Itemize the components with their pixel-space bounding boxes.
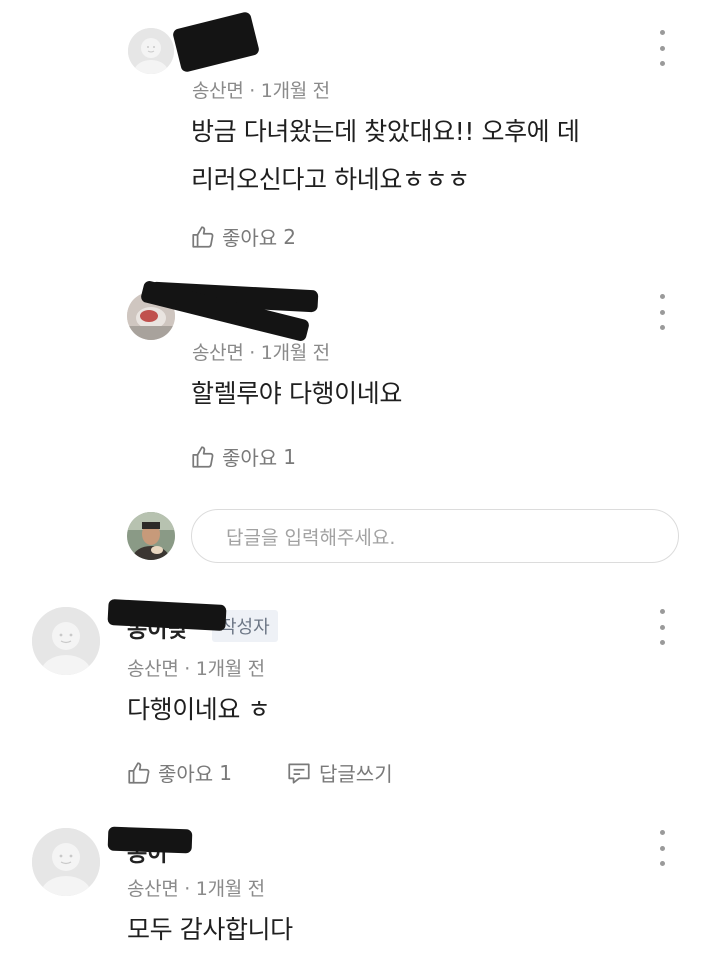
redaction-scribble: [171, 10, 261, 74]
thumbs-up-icon: [192, 445, 214, 468]
redaction-scribble: [107, 826, 193, 854]
location-text: 송산면: [127, 878, 179, 900]
comment-text-line: 방금 다녀왔는데 찾았대요!! 오후에 데: [191, 117, 580, 146]
more-options-button[interactable]: [652, 609, 672, 645]
kebab-dot: [659, 45, 665, 51]
kebab-dot: [659, 624, 665, 630]
time-text: 1개월 전: [195, 878, 265, 900]
location-text: 송산면: [127, 658, 179, 680]
kebab-dot: [659, 830, 665, 835]
like-label: 좋아요: [222, 226, 278, 250]
like-button[interactable]: 좋아요 1: [126, 758, 232, 787]
comment-meta: 송산면 · 1개월 전: [192, 338, 330, 365]
write-reply-button[interactable]: 답글쓰기: [286, 758, 393, 787]
like-label: 좋아요: [158, 762, 214, 786]
like-count: 1: [219, 760, 232, 785]
thumbs-up-icon: [192, 225, 214, 248]
current-user-avatar: [127, 512, 175, 560]
time-text: 1개월 전: [260, 80, 330, 102]
reply-label: 답글쓰기: [319, 762, 393, 786]
kebab-dot: [659, 309, 665, 315]
kebab-dot: [659, 640, 665, 645]
more-options-button[interactable]: [652, 30, 672, 66]
comment-meta: 송산면 · 1개월 전: [127, 874, 265, 901]
thumbs-up-icon: [128, 761, 150, 784]
kebab-dot: [659, 861, 665, 866]
default-avatar-icon[interactable]: [32, 607, 100, 675]
comment-text: 할렐루야 다행이네요: [191, 379, 402, 408]
like-label: 좋아요: [222, 446, 278, 470]
more-options-button[interactable]: [652, 830, 672, 866]
redaction-scribble: [107, 598, 227, 632]
default-avatar-icon[interactable]: [128, 28, 174, 74]
reply-input[interactable]: 답글을 입력해주세요.: [191, 509, 679, 563]
meta-separator: ·: [184, 878, 191, 900]
location-text: 송산면: [192, 80, 244, 102]
default-avatar-icon[interactable]: [32, 828, 100, 896]
kebab-dot: [659, 294, 665, 299]
comment-text: 방금 다녀왔는데 찾았대요!! 오후에 데 리러오신다고 하네요ㅎㅎㅎ: [191, 108, 580, 204]
meta-separator: ·: [184, 658, 191, 680]
meta-separator: ·: [249, 342, 256, 364]
kebab-dot: [659, 61, 665, 66]
meta-separator: ·: [249, 80, 256, 102]
like-count: 2: [283, 224, 296, 249]
comment-text-line: 리러오신다고 하네요ㅎㅎㅎ: [191, 165, 470, 194]
like-button[interactable]: 좋아요 2: [190, 222, 296, 251]
comment-text: 다행이네요 ㅎ: [127, 695, 271, 724]
kebab-dot: [659, 609, 665, 614]
location-text: 송산면: [192, 342, 244, 364]
time-text: 1개월 전: [260, 342, 330, 364]
like-count: 1: [283, 444, 296, 469]
like-button[interactable]: 좋아요 1: [190, 442, 296, 471]
comment-meta: 송산면 · 1개월 전: [127, 654, 265, 681]
kebab-dot: [659, 325, 665, 330]
more-options-button[interactable]: [652, 294, 672, 330]
time-text: 1개월 전: [195, 658, 265, 680]
kebab-dot: [659, 845, 665, 851]
comment-text: 모두 감사합니다: [127, 915, 293, 944]
comment-meta: 송산면 · 1개월 전: [192, 76, 330, 103]
kebab-dot: [659, 30, 665, 35]
chat-bubble-icon: [288, 762, 310, 784]
